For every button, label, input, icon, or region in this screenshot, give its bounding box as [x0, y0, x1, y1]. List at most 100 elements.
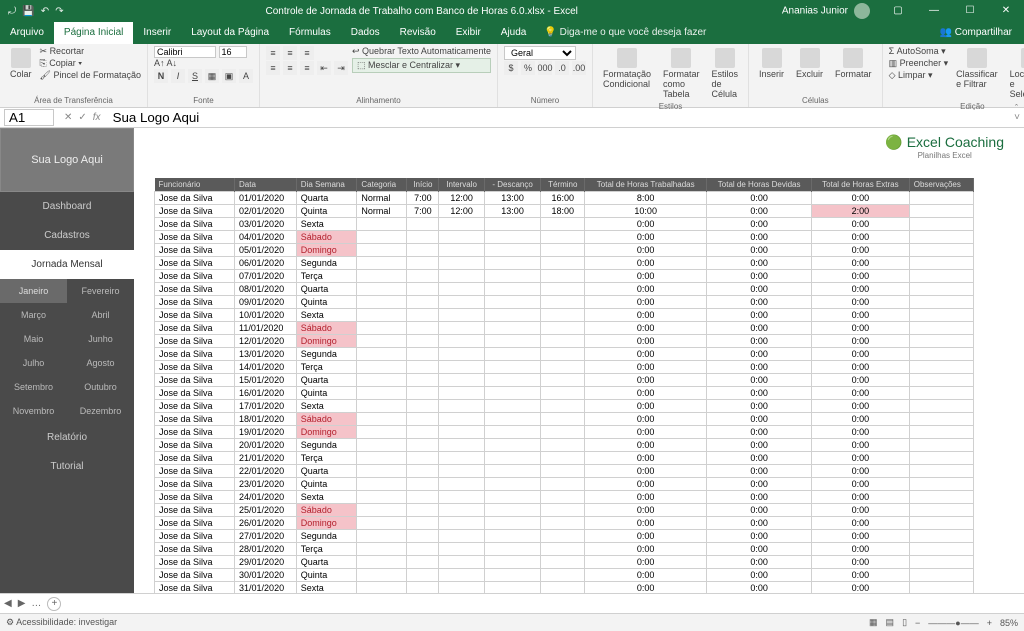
font-name-select[interactable]: [154, 46, 216, 58]
table-row[interactable]: Jose da Silva16/01/2020Quinta0:000:000:0…: [155, 387, 974, 400]
sidebar-item-dashboard[interactable]: Dashboard: [0, 192, 134, 221]
col-header[interactable]: - Descanço: [484, 178, 541, 192]
month-julho[interactable]: Julho: [0, 351, 67, 375]
table-row[interactable]: Jose da Silva20/01/2020Segunda0:000:000:…: [155, 439, 974, 452]
share-button[interactable]: 👥 Compartilhar: [928, 22, 1024, 44]
table-row[interactable]: Jose da Silva11/01/2020Sábado0:000:000:0…: [155, 322, 974, 335]
table-row[interactable]: Jose da Silva19/01/2020Domingo0:000:000:…: [155, 426, 974, 439]
col-header[interactable]: Funcionário: [155, 178, 235, 192]
table-row[interactable]: Jose da Silva31/01/2020Sexta0:000:000:00: [155, 582, 974, 594]
wrap-text-button[interactable]: ↩ Quebrar Texto Automaticamente: [352, 46, 491, 57]
view-break-icon[interactable]: ▯: [902, 617, 907, 628]
table-row[interactable]: Jose da Silva24/01/2020Sexta0:000:000:00: [155, 491, 974, 504]
col-header[interactable]: Total de Horas Extras: [812, 178, 910, 192]
table-row[interactable]: Jose da Silva25/01/2020Sábado0:000:000:0…: [155, 504, 974, 517]
indent-inc-icon[interactable]: ⇥: [334, 61, 348, 75]
col-header[interactable]: Término: [541, 178, 585, 192]
tab-revisao[interactable]: Revisão: [390, 22, 446, 44]
month-agosto[interactable]: Agosto: [67, 351, 134, 375]
table-row[interactable]: Jose da Silva12/01/2020Domingo0:000:000:…: [155, 335, 974, 348]
format-cells-button[interactable]: Formatar: [831, 46, 876, 81]
month-junho[interactable]: Junho: [67, 327, 134, 351]
format-painter-button[interactable]: 🖌 Pincel de Formatação: [40, 70, 141, 81]
table-row[interactable]: Jose da Silva15/01/2020Quarta0:000:000:0…: [155, 374, 974, 387]
underline-icon[interactable]: S: [188, 69, 202, 83]
table-row[interactable]: Jose da Silva13/01/2020Segunda0:000:000:…: [155, 348, 974, 361]
table-row[interactable]: Jose da Silva29/01/2020Quarta0:000:000:0…: [155, 556, 974, 569]
month-dezembro[interactable]: Dezembro: [67, 399, 134, 423]
worktime-table[interactable]: FuncionárioDataDia SemanaCategoriaInício…: [154, 178, 974, 593]
cut-button[interactable]: ✂ Recortar: [40, 46, 141, 57]
month-setembro[interactable]: Setembro: [0, 375, 67, 399]
tab-formulas[interactable]: Fórmulas: [279, 22, 341, 44]
clear-button[interactable]: ◇ Limpar ▾: [889, 70, 949, 81]
currency-icon[interactable]: $: [504, 61, 518, 75]
save-icon[interactable]: 💾: [22, 6, 34, 17]
font-size-select[interactable]: [219, 46, 247, 58]
tab-layout[interactable]: Layout da Página: [181, 22, 279, 44]
autosum-button[interactable]: Σ AutoSoma ▾: [889, 46, 949, 57]
sidebar-item-cadastros[interactable]: Cadastros: [0, 221, 134, 250]
align-bot-icon[interactable]: ≡: [300, 46, 314, 60]
ribbon-options-icon[interactable]: ▢: [880, 0, 916, 22]
fx-icon[interactable]: fx: [93, 112, 101, 123]
border-icon[interactable]: ▦: [205, 69, 219, 83]
col-header[interactable]: Dia Semana: [296, 178, 357, 192]
autosave-icon[interactable]: ⤾: [8, 6, 16, 17]
month-março[interactable]: Março: [0, 303, 67, 327]
zoom-out-icon[interactable]: −: [915, 618, 920, 628]
month-abril[interactable]: Abril: [67, 303, 134, 327]
user-name[interactable]: Ananias Junior: [772, 3, 880, 19]
col-header[interactable]: Total de Horas Devidas: [707, 178, 812, 192]
month-janeiro[interactable]: Janeiro: [0, 279, 67, 303]
name-box[interactable]: [4, 109, 54, 126]
expand-formula-icon[interactable]: ˅: [1010, 112, 1024, 123]
number-format-select[interactable]: Geral: [504, 46, 576, 60]
tab-arquivo[interactable]: Arquivo: [0, 22, 54, 44]
zoom-level[interactable]: 85%: [1000, 618, 1018, 628]
table-row[interactable]: Jose da Silva18/01/2020Sábado0:000:000:0…: [155, 413, 974, 426]
month-outubro[interactable]: Outubro: [67, 375, 134, 399]
col-header[interactable]: Intervalo: [439, 178, 484, 192]
table-row[interactable]: Jose da Silva28/01/2020Terça0:000:000:00: [155, 543, 974, 556]
merge-center-button[interactable]: ⬚ Mesclar e Centralizar ▾: [352, 58, 491, 73]
table-row[interactable]: Jose da Silva04/01/2020Sábado0:000:000:0…: [155, 231, 974, 244]
table-row[interactable]: Jose da Silva30/01/2020Quinta0:000:000:0…: [155, 569, 974, 582]
tab-exibir[interactable]: Exibir: [446, 22, 491, 44]
increase-font-icon[interactable]: A↑: [154, 58, 165, 68]
table-row[interactable]: Jose da Silva27/01/2020Segunda0:000:000:…: [155, 530, 974, 543]
bold-icon[interactable]: N: [154, 69, 168, 83]
cancel-formula-icon[interactable]: ✕: [64, 112, 72, 123]
month-novembro[interactable]: Novembro: [0, 399, 67, 423]
month-maio[interactable]: Maio: [0, 327, 67, 351]
avatar[interactable]: [854, 3, 870, 19]
view-normal-icon[interactable]: ▦: [869, 617, 878, 628]
cond-format-button[interactable]: Formatação Condicional: [599, 46, 655, 91]
insert-cells-button[interactable]: Inserir: [755, 46, 788, 81]
align-right-icon[interactable]: ≡: [300, 61, 314, 75]
tell-me[interactable]: 💡 Diga-me o que você deseja fazer: [536, 22, 714, 44]
table-row[interactable]: Jose da Silva23/01/2020Quinta0:000:000:0…: [155, 478, 974, 491]
col-header[interactable]: Data: [235, 178, 297, 192]
percent-icon[interactable]: %: [521, 61, 535, 75]
fill-color-icon[interactable]: ▣: [222, 69, 236, 83]
collapse-ribbon-icon[interactable]: ˆ: [1015, 103, 1018, 113]
sidebar-item-tutorial[interactable]: Tutorial: [0, 452, 134, 481]
zoom-in-icon[interactable]: +: [987, 618, 992, 628]
align-left-icon[interactable]: ≡: [266, 61, 280, 75]
col-header[interactable]: Total de Horas Trabalhadas: [585, 178, 707, 192]
decrease-font-icon[interactable]: A↓: [167, 58, 178, 68]
align-top-icon[interactable]: ≡: [266, 46, 280, 60]
redo-icon[interactable]: ↷: [55, 6, 63, 17]
table-row[interactable]: Jose da Silva03/01/2020Sexta0:000:000:00: [155, 218, 974, 231]
dec-dec-icon[interactable]: .00: [572, 61, 586, 75]
table-row[interactable]: Jose da Silva17/01/2020Sexta0:000:000:00: [155, 400, 974, 413]
align-mid-icon[interactable]: ≡: [283, 46, 297, 60]
indent-dec-icon[interactable]: ⇤: [317, 61, 331, 75]
italic-icon[interactable]: I: [171, 69, 185, 83]
tab-ajuda[interactable]: Ajuda: [491, 22, 537, 44]
table-row[interactable]: Jose da Silva26/01/2020Domingo0:000:000:…: [155, 517, 974, 530]
table-row[interactable]: Jose da Silva22/01/2020Quarta0:000:000:0…: [155, 465, 974, 478]
format-table-button[interactable]: Formatar como Tabela: [659, 46, 704, 101]
tab-dados[interactable]: Dados: [341, 22, 390, 44]
